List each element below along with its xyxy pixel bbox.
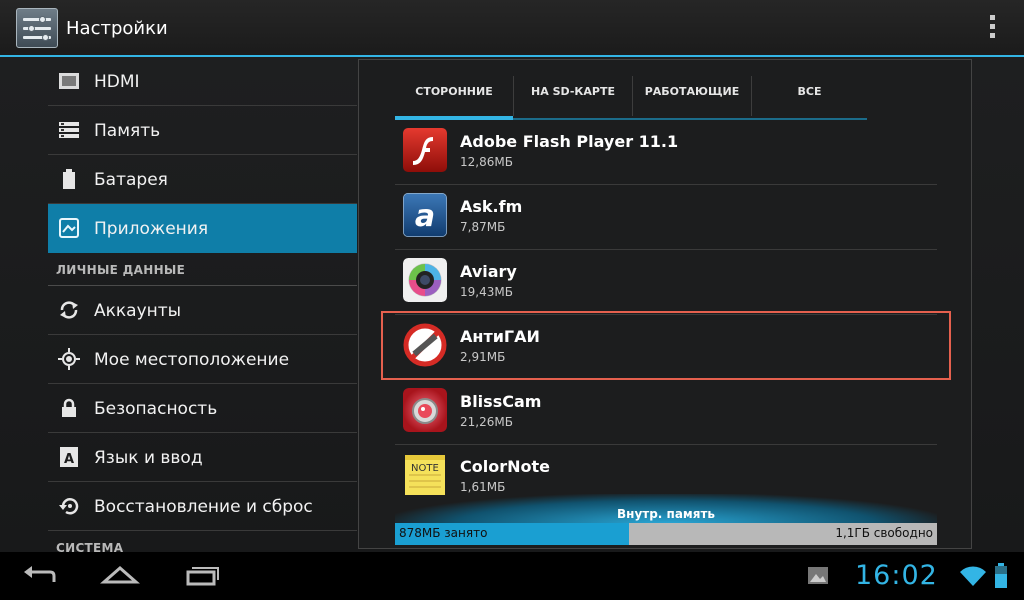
- askfm-icon: a: [403, 193, 447, 237]
- settings-item-language[interactable]: A Язык и ввод: [48, 433, 357, 482]
- back-icon[interactable]: [20, 552, 60, 600]
- settings-item-hdmi[interactable]: HDMI: [48, 57, 357, 106]
- app-tabs: СТОРОННИЕ НА SD-КАРТЕ РАБОТАЮЩИЕ ВСЕ: [395, 72, 867, 120]
- wifi-icon: [960, 566, 986, 586]
- app-list: Adobe Flash Player 11.1 12,86МБ a Ask.fm…: [395, 120, 937, 498]
- system-bar: 16:02: [0, 552, 1024, 600]
- list-item[interactable]: BlissCam 21,26МБ: [395, 380, 937, 445]
- list-item[interactable]: a Ask.fm 7,87МБ: [395, 185, 937, 250]
- location-icon: [58, 348, 80, 370]
- clock: 16:02: [855, 560, 938, 591]
- settings-item-storage[interactable]: Память: [48, 106, 357, 155]
- battery-status-icon: [995, 563, 1007, 588]
- storage-free-text: 1,1ГБ свободно: [835, 526, 933, 540]
- lock-icon: [62, 398, 76, 417]
- settings-item-apps[interactable]: Приложения: [48, 204, 357, 253]
- action-bar: Настройки: [0, 0, 1024, 56]
- settings-item-label: Батарея: [94, 170, 168, 190]
- home-icon[interactable]: [98, 552, 142, 600]
- settings-item-label: Язык и ввод: [94, 448, 203, 468]
- apps-panel: СТОРОННИЕ НА SD-КАРТЕ РАБОТАЮЩИЕ ВСЕ Ado…: [358, 59, 972, 549]
- settings-item-battery[interactable]: Батарея: [48, 155, 357, 204]
- apps-icon: [59, 218, 79, 238]
- app-name: Ask.fm: [460, 197, 523, 216]
- aviary-icon: [403, 258, 447, 302]
- hdmi-icon: [59, 73, 79, 89]
- selection-highlight: [381, 311, 951, 380]
- overflow-menu-icon[interactable]: [986, 15, 998, 41]
- settings-item-restore[interactable]: Восстановление и сброс: [48, 482, 357, 531]
- list-item[interactable]: NOTE ColorNote 1,61МБ: [395, 445, 937, 498]
- settings-item-label: Приложения: [94, 219, 209, 239]
- settings-item-label: Аккаунты: [94, 301, 182, 321]
- tab-running[interactable]: РАБОТАЮЩИЕ: [633, 72, 751, 120]
- storage-used-text: 878МБ занято: [399, 526, 488, 540]
- language-icon: A: [60, 447, 78, 467]
- settings-item-location[interactable]: Мое местоположение: [48, 335, 357, 384]
- flash-icon: [403, 128, 447, 172]
- restore-icon: [59, 498, 79, 515]
- tab-downloaded[interactable]: СТОРОННИЕ: [395, 72, 513, 120]
- section-header-system: СИСТЕМА: [56, 541, 124, 552]
- section-header-personal: ЛИЧНЫЕ ДАННЫЕ: [56, 263, 186, 277]
- svg-text:a: a: [415, 199, 435, 234]
- tab-all[interactable]: ВСЕ: [752, 72, 867, 120]
- app-size: 21,26МБ: [460, 415, 513, 429]
- app-name: Aviary: [460, 262, 517, 281]
- recent-apps-icon[interactable]: [180, 552, 224, 600]
- storage-bar: 878МБ занято 1,1ГБ свободно: [395, 523, 937, 545]
- settings-item-label: Восстановление и сброс: [94, 497, 313, 517]
- app-size: 12,86МБ: [460, 155, 513, 169]
- app-size: 7,87МБ: [460, 220, 506, 234]
- colornote-icon-text: NOTE: [411, 463, 439, 474]
- svg-text:A: A: [64, 452, 74, 467]
- app-size: 19,43МБ: [460, 285, 513, 299]
- storage-icon: [59, 122, 79, 138]
- app-name: Adobe Flash Player 11.1: [460, 132, 679, 151]
- settings-item-label: HDMI: [94, 72, 140, 92]
- storage-label: Внутр. память: [617, 507, 715, 521]
- page-title: Настройки: [66, 18, 168, 39]
- tab-sd-card[interactable]: НА SD-КАРТЕ: [514, 72, 632, 120]
- app-name: BlissCam: [460, 392, 542, 411]
- settings-item-label: Память: [94, 121, 161, 141]
- battery-icon: [63, 169, 75, 189]
- settings-app-icon[interactable]: [16, 8, 58, 48]
- list-item[interactable]: Aviary 19,43МБ: [395, 250, 937, 315]
- app-name: ColorNote: [460, 457, 550, 476]
- sync-icon: [60, 301, 78, 319]
- settings-item-accounts[interactable]: Аккаунты: [48, 286, 357, 335]
- settings-item-label: Безопасность: [94, 399, 218, 419]
- list-item[interactable]: Adobe Flash Player 11.1 12,86МБ: [395, 120, 937, 185]
- gallery-notification-icon[interactable]: [806, 552, 830, 600]
- settings-list: HDMI Память Батарея Приложения ЛИЧНЫЕ ДА…: [48, 57, 357, 552]
- blisscam-icon: [403, 388, 447, 432]
- settings-item-label: Мое местоположение: [94, 350, 290, 370]
- settings-item-security[interactable]: Безопасность: [48, 384, 357, 433]
- app-size: 1,61МБ: [460, 480, 506, 494]
- colornote-icon: NOTE: [405, 455, 445, 495]
